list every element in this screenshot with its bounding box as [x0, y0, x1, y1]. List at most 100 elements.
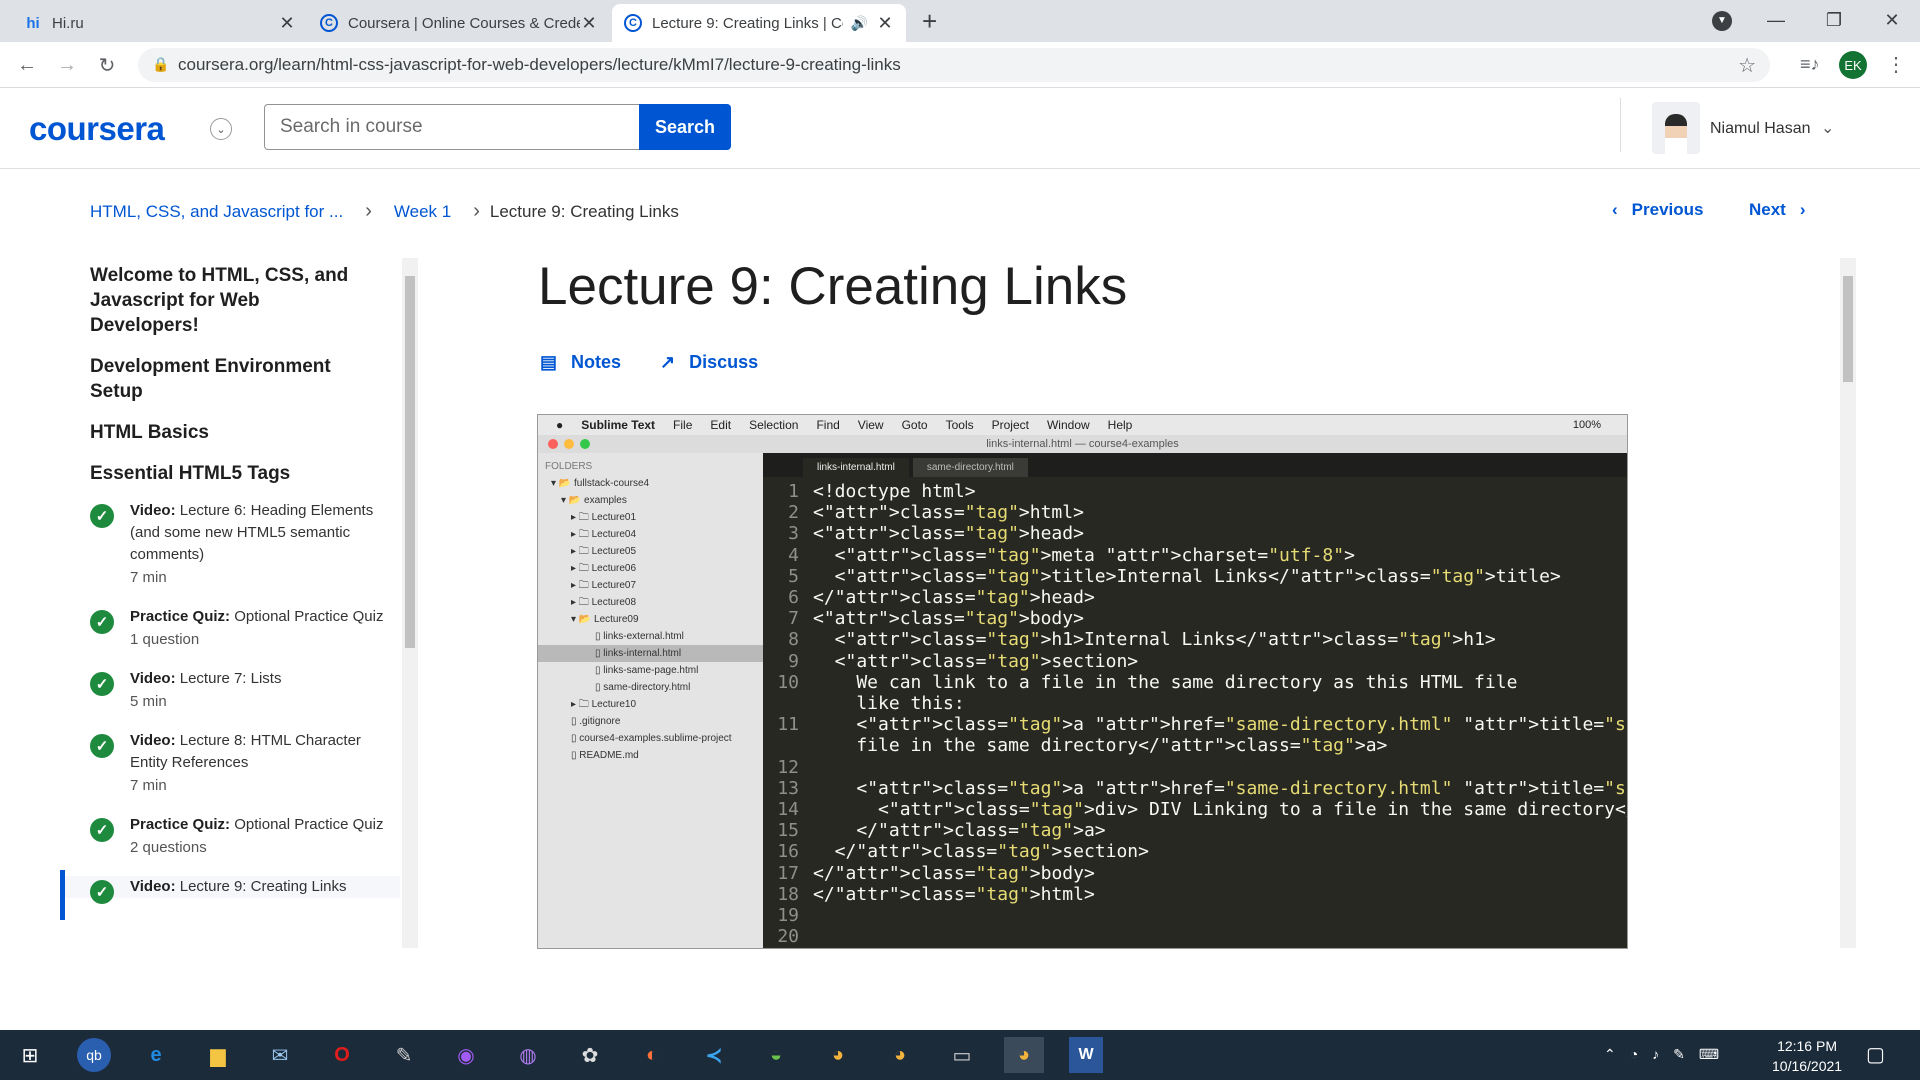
explore-dropdown-icon[interactable]: ⌄ [210, 118, 232, 140]
restore-icon[interactable]: ❐ [1806, 0, 1862, 40]
code-line: 20 [763, 926, 1627, 947]
breadcrumb-week-link[interactable]: Week 1 [394, 202, 451, 222]
sidebar-item-quiz1[interactable]: ✓ Practice Quiz: Optional Practice Quiz … [60, 606, 400, 648]
code-text: </"attr">class="tag">a> [813, 820, 1106, 842]
sidebar-item-lecture6[interactable]: ✓ Video: Lecture 6: Heading Elements (an… [60, 500, 400, 586]
sidebar-item-lecture7[interactable]: ✓ Video: Lecture 7: Lists 5 min [60, 668, 400, 710]
minimize-icon[interactable]: — [1748, 0, 1804, 40]
media-control-icon[interactable]: ≡♪ [1800, 54, 1820, 75]
new-tab-icon[interactable]: + [922, 6, 937, 37]
edge-dev-icon[interactable]: ◒ [756, 1037, 796, 1073]
vscode-icon[interactable]: ≺ [694, 1037, 734, 1073]
menu-tools: Tools [945, 418, 974, 432]
page-scrollbar[interactable] [1840, 258, 1856, 948]
code-text: <"attr">class="tag">section> [813, 650, 1139, 672]
mail-icon[interactable]: ✉ [260, 1037, 300, 1073]
search-button[interactable]: Search [639, 104, 731, 150]
module-essential-html5[interactable]: Essential HTML5 Tags [60, 461, 360, 486]
code-line: 1 <!doctype html> [763, 481, 1627, 502]
previous-link[interactable]: ‹ Previous [1612, 200, 1703, 220]
chrome-active-icon[interactable]: ◕ [1004, 1037, 1044, 1073]
coursera-logo[interactable]: coursera [29, 110, 165, 148]
item-type: Video: [130, 670, 176, 687]
menu-edit: Edit [710, 418, 732, 432]
reload-icon[interactable]: ↻ [92, 50, 122, 80]
chrome-menu-icon[interactable]: ⋮ [1886, 52, 1906, 77]
opera-icon[interactable]: O [322, 1037, 362, 1073]
menu-selection: Selection [749, 418, 799, 432]
clock[interactable]: 12:16 PM 10/16/2021 [1772, 1036, 1842, 1076]
sidebar-scrollbar[interactable] [402, 258, 418, 948]
notes-link[interactable]: ▤ Notes [540, 352, 621, 373]
editor-titlebar: links-internal.html — course4-examples [538, 435, 1627, 453]
code-line: 4 <"attr">class="tag">meta "attr">charse… [763, 545, 1627, 566]
sidebar-item-lecture8[interactable]: ✓ Video: Lecture 8: HTML Character Entit… [60, 730, 400, 794]
terminal-icon[interactable]: ▭ [942, 1037, 982, 1073]
chrome-icon[interactable]: ◕ [818, 1037, 858, 1073]
bookmark-star-icon[interactable]: ☆ [1738, 53, 1756, 78]
item-title: Optional Practice Quiz [234, 816, 384, 833]
line-number: 15 [777, 820, 799, 842]
line-number: 13 [777, 777, 799, 799]
tab-title: Lecture 9: Creating Links | Coursera [652, 14, 843, 32]
profile-avatar[interactable]: EK [1839, 51, 1867, 79]
chevron-right-icon: › [473, 200, 480, 222]
file-explorer-icon[interactable]: ▆ [198, 1037, 238, 1073]
code-text: <"attr">class="tag">div> DIV Linking to … [813, 799, 1628, 821]
sidebar-item-quiz2[interactable]: ✓ Practice Quiz: Optional Practice Quiz … [60, 814, 400, 856]
lecture-video[interactable]: ● Sublime Text File Edit Selection Find … [537, 414, 1628, 949]
code-text: <"attr">class="tag">meta "attr">charset=… [813, 544, 1355, 566]
edge-icon[interactable]: e [136, 1037, 176, 1073]
speaker-icon[interactable]: 🔊 [851, 15, 868, 32]
forward-icon[interactable]: → [52, 50, 82, 80]
word-icon[interactable]: W [1069, 1037, 1103, 1073]
tree-item: ▸ 🗀 Lecture04 [571, 529, 637, 540]
github-desktop-icon[interactable]: ◍ [508, 1037, 548, 1073]
module-welcome[interactable]: Welcome to HTML, CSS, and Javascript for… [60, 263, 360, 338]
tab-search-icon[interactable]: ▼ [1712, 11, 1732, 31]
item-type: Video: [130, 502, 176, 519]
code-line: 10 We can link to a file in the same dir… [763, 672, 1627, 693]
module-dev-environment[interactable]: Development Environment Setup [60, 354, 360, 404]
paint-icon[interactable]: ✿ [570, 1037, 610, 1073]
chevron-down-icon: ⌄ [1820, 120, 1835, 137]
close-dot [548, 439, 558, 449]
check-icon: ✓ [90, 880, 114, 904]
system-tray-icons[interactable]: ⌃◔♪✎⌨ [1604, 1046, 1733, 1063]
menu-help: Help [1107, 418, 1133, 432]
close-window-icon[interactable]: ✕ [1864, 0, 1920, 40]
sidebar-item-lecture9[interactable]: ✓ Video: Lecture 9: Creating Links [60, 870, 400, 920]
next-link[interactable]: Next › [1749, 200, 1806, 220]
sidebar-scroll-thumb[interactable] [405, 276, 415, 648]
close-tab-icon[interactable]: ✕ [580, 13, 598, 34]
notifications-icon[interactable]: ▢ [1866, 1042, 1885, 1067]
code-line: 2 <"attr">class="tag">html> [763, 502, 1627, 523]
close-tab-icon[interactable]: ✕ [876, 13, 894, 34]
browser-tab-lecture9[interactable]: C Lecture 9: Creating Links | Coursera 🔊… [612, 4, 906, 42]
inkscape-icon[interactable]: ✎ [384, 1037, 424, 1073]
browser-tab-hiru[interactable]: hi Hi.ru ✕ [12, 4, 308, 42]
apple-icon: ● [556, 418, 564, 432]
coursera-favicon: C [320, 14, 338, 32]
chrome-profile-icon[interactable]: ◕ [880, 1037, 920, 1073]
item-title: Lecture 9: Creating Links [179, 878, 347, 895]
firefox-icon[interactable]: ◐ [632, 1037, 672, 1073]
user-avatar[interactable] [1652, 102, 1700, 154]
close-tab-icon[interactable]: ✕ [278, 13, 296, 34]
back-icon[interactable]: ← [12, 50, 42, 80]
item-type: Video: [130, 732, 176, 749]
search-input[interactable] [264, 104, 640, 150]
line-number: 19 [777, 905, 799, 927]
discuss-link[interactable]: ↗ Discuss [660, 352, 758, 373]
qbittorrent-icon[interactable]: qb [77, 1038, 111, 1072]
browser-tab-coursera[interactable]: C Coursera | Online Courses & Credential… [308, 4, 610, 42]
tree-item: ▸ 🗀 Lecture05 [571, 546, 637, 557]
url-field[interactable]: 🔒 coursera.org/learn/html-css-javascript… [138, 48, 1770, 82]
windows-start-icon[interactable]: ⊞ [10, 1037, 50, 1073]
tree-item: ▾ 📂 fullstack-course4 [551, 478, 650, 489]
breadcrumb-course-link[interactable]: HTML, CSS, and Javascript for ... [90, 202, 343, 222]
module-html-basics[interactable]: HTML Basics [60, 420, 360, 445]
messenger-icon[interactable]: ◉ [446, 1037, 486, 1073]
page-scroll-thumb[interactable] [1843, 276, 1853, 382]
user-menu[interactable]: Niamul Hasan ⌄ [1710, 118, 1834, 138]
